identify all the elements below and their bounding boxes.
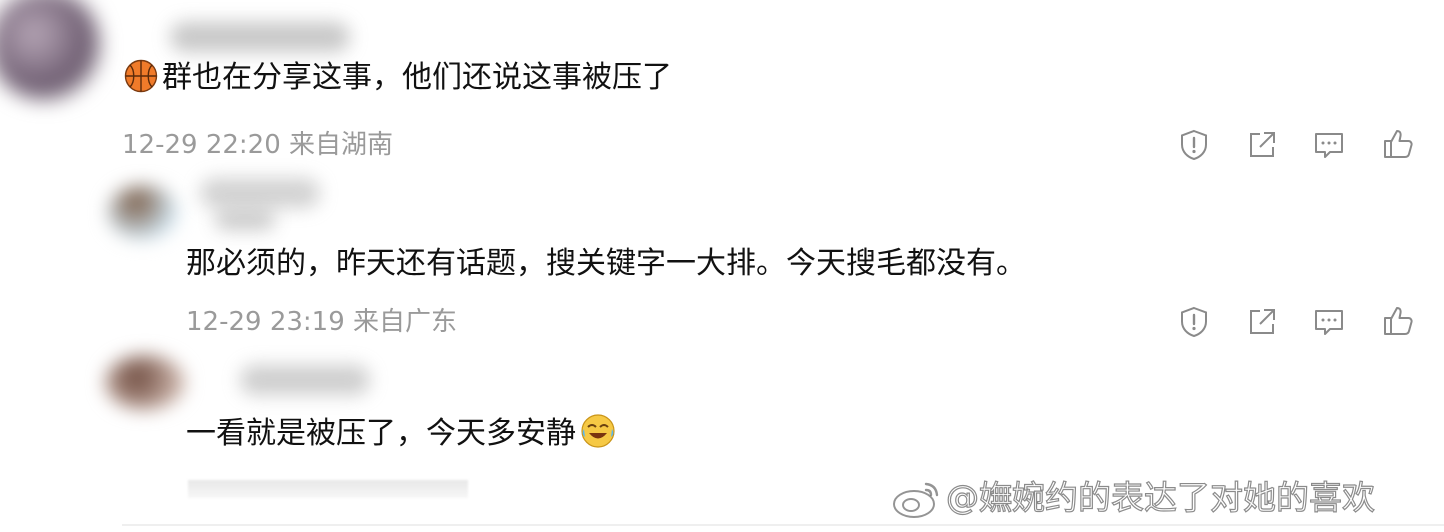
avatar[interactable] xyxy=(0,0,100,100)
comment-meta: 12-29 23:19 来自广东 xyxy=(186,304,457,340)
comment-icon[interactable] xyxy=(1312,305,1346,339)
report-icon[interactable] xyxy=(1177,128,1211,162)
laugh-cry-emoji xyxy=(580,413,616,449)
avatar[interactable] xyxy=(108,185,178,240)
comment-time: 12-29 22:20 xyxy=(122,130,281,160)
report-icon[interactable] xyxy=(1177,305,1211,339)
blurred-bar xyxy=(188,480,468,498)
avatar[interactable] xyxy=(105,355,185,410)
share-icon[interactable] xyxy=(1245,305,1279,339)
comment-time: 12-29 23:19 xyxy=(186,307,345,337)
divider xyxy=(122,524,1444,526)
comment-text: 一看就是被压了，今天多安静 xyxy=(186,413,616,454)
username[interactable] xyxy=(240,365,370,395)
weibo-logo-icon xyxy=(890,476,944,520)
watermark-text: @嫵婉约的表达了对她的喜欢 xyxy=(945,477,1375,517)
comment-meta: 12-29 22:20 来自湖南 xyxy=(122,127,393,163)
comment-location: 来自广东 xyxy=(353,307,458,337)
basketball-emoji xyxy=(124,59,158,93)
share-icon[interactable] xyxy=(1245,128,1279,162)
username[interactable] xyxy=(170,22,350,52)
username[interactable] xyxy=(200,178,320,208)
username-extra xyxy=(215,210,275,230)
like-icon[interactable] xyxy=(1381,127,1415,161)
comment-icon[interactable] xyxy=(1312,128,1346,162)
like-icon[interactable] xyxy=(1381,304,1415,338)
comment-text: 那必须的，昨天还有话题，搜关键字一大排。今天搜毛都没有。 xyxy=(186,246,1026,281)
comment-location: 来自湖南 xyxy=(289,130,394,160)
comment-text: 群也在分享这事，他们还说这事被压了 xyxy=(124,58,672,98)
